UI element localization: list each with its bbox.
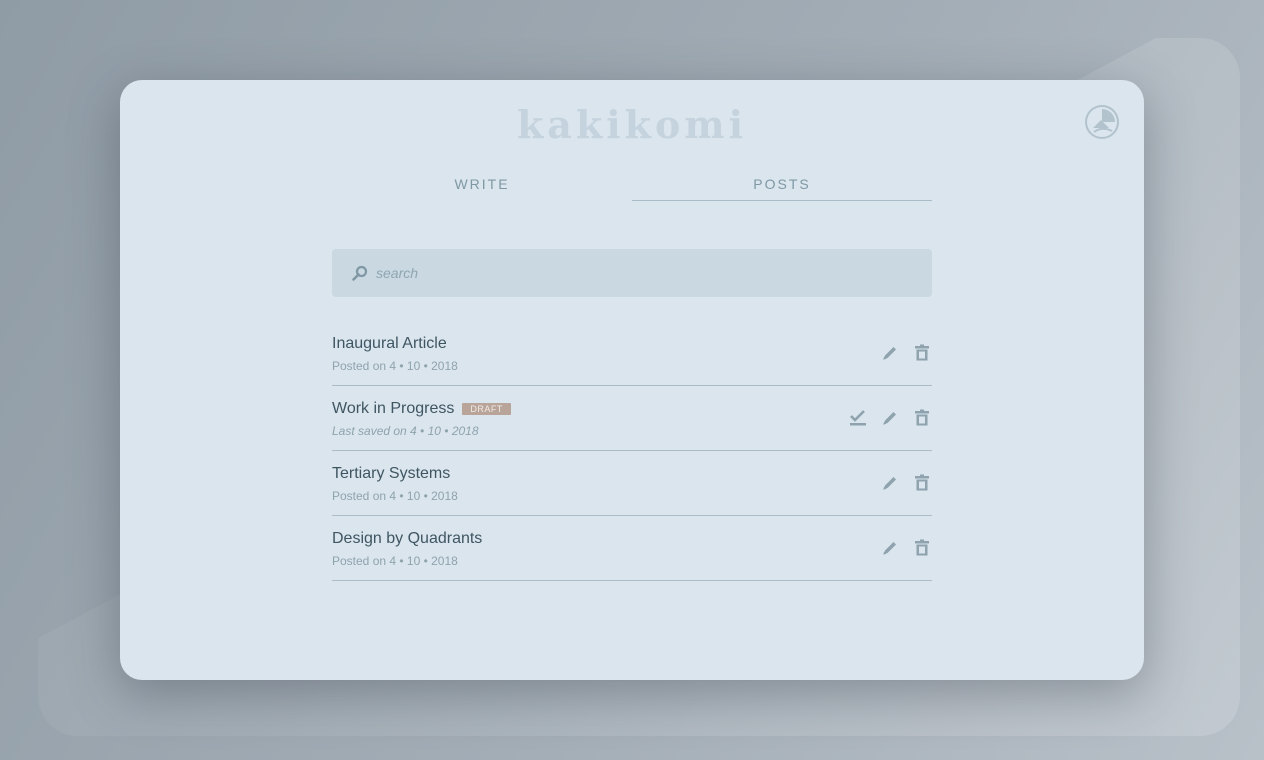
- post-date: Posted on 4 • 10 • 2018: [332, 554, 458, 568]
- publish-check-icon[interactable]: [848, 408, 868, 428]
- edit-icon[interactable]: [880, 408, 900, 428]
- edit-icon[interactable]: [880, 473, 900, 493]
- posts-list: Inaugural Article Posted on 4 • 10 • 201…: [332, 321, 932, 581]
- search-input[interactable]: [376, 249, 916, 297]
- app-card: kakikomi WRITE POSTS Inaugural Article P…: [120, 80, 1144, 680]
- edit-icon[interactable]: [880, 343, 900, 363]
- trash-icon[interactable]: [912, 538, 932, 558]
- post-date: Posted on 4 • 10 • 2018: [332, 359, 458, 373]
- post-actions: [880, 473, 932, 493]
- post-date: Posted on 4 • 10 • 2018: [332, 489, 458, 503]
- post-actions: [880, 343, 932, 363]
- app-logo: kakikomi: [516, 102, 748, 147]
- post-title[interactable]: Design by Quadrants: [332, 530, 482, 548]
- trash-icon[interactable]: [912, 473, 932, 493]
- search-bar: [332, 249, 932, 297]
- post-row: Design by Quadrants Posted on 4 • 10 • 2…: [332, 516, 932, 581]
- post-actions: [848, 408, 932, 428]
- post-date: Last saved on 4 • 10 • 2018: [332, 424, 479, 438]
- trash-icon[interactable]: [912, 343, 932, 363]
- draft-badge: DRAFT: [462, 403, 511, 415]
- search-icon: [350, 264, 370, 284]
- tab-write[interactable]: WRITE: [332, 176, 632, 201]
- post-title[interactable]: Tertiary Systems: [332, 465, 450, 483]
- post-actions: [880, 538, 932, 558]
- post-title[interactable]: Inaugural Article: [332, 335, 447, 353]
- post-row: Tertiary Systems Posted on 4 • 10 • 2018: [332, 451, 932, 516]
- trash-icon[interactable]: [912, 408, 932, 428]
- post-title[interactable]: Work in Progress: [332, 400, 454, 418]
- theme-toggle-icon[interactable]: [1084, 104, 1120, 140]
- tab-posts[interactable]: POSTS: [632, 176, 932, 201]
- post-row: Inaugural Article Posted on 4 • 10 • 201…: [332, 321, 932, 386]
- nav-tabs: WRITE POSTS: [332, 176, 932, 201]
- edit-icon[interactable]: [880, 538, 900, 558]
- post-row: Work in Progress DRAFT Last saved on 4 •…: [332, 386, 932, 451]
